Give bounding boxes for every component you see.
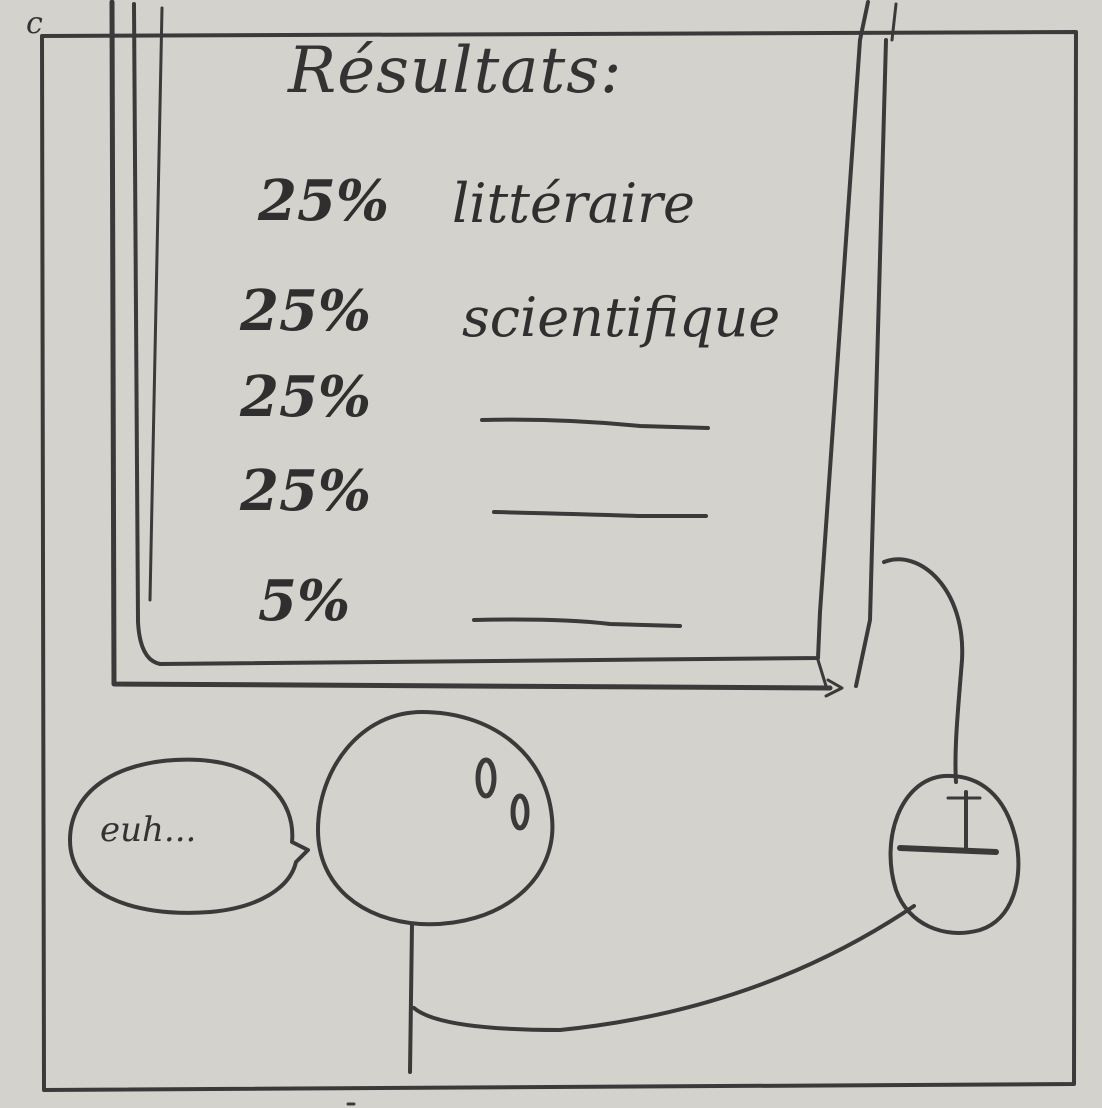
result-percent-4: 25% [240, 458, 372, 524]
storyboard-panel: c Résultats: 25% littéraire 25% scientif… [0, 0, 1102, 1108]
character-eye-left [475, 757, 497, 799]
character-arm [412, 904, 916, 1032]
corner-mark: c [26, 6, 43, 41]
result-percent-2: 25% [240, 278, 372, 344]
mouse-button-divider [897, 845, 999, 855]
mouse-cable [882, 557, 965, 784]
speech-bubble-text: euh... [100, 810, 197, 850]
character-head [316, 710, 555, 927]
character-eye-right [510, 793, 530, 831]
blank-line-5 [472, 617, 682, 628]
character-body [408, 922, 414, 1074]
blank-line-3 [480, 417, 710, 430]
result-percent-1: 25% [258, 168, 390, 234]
blank-line-4 [492, 510, 708, 518]
result-percent-3: 25% [240, 364, 372, 430]
result-label-2: scientifique [462, 286, 781, 349]
sketch-drawing [40, 0, 1078, 1106]
result-percent-5: 5% [258, 568, 351, 634]
results-title: Résultats: [288, 34, 623, 108]
result-label-1: littéraire [452, 172, 695, 235]
